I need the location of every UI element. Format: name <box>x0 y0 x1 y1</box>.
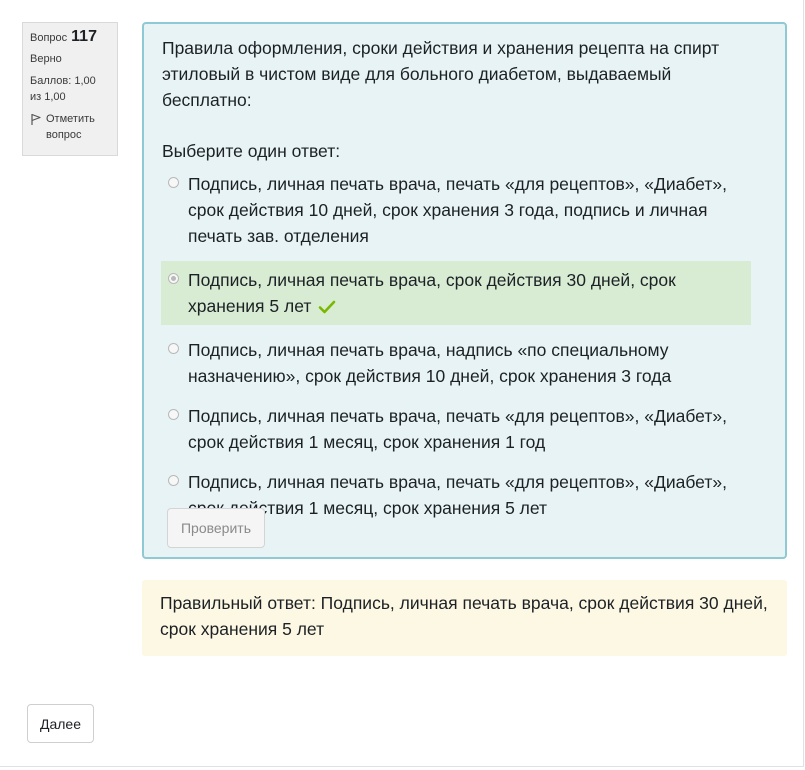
flag-question-link[interactable]: Отметить вопрос <box>30 111 110 143</box>
answer-prompt: Выберите один ответ: <box>162 141 341 161</box>
answer-option[interactable]: Подпись, личная печать врача, надпись «п… <box>161 335 751 391</box>
answer-label: Подпись, личная печать врача, печать «дл… <box>188 174 727 246</box>
answer-radio-selected[interactable] <box>168 273 179 284</box>
answer-radio[interactable] <box>168 177 179 188</box>
answer-label: Подпись, личная печать врача, срок дейст… <box>188 270 676 316</box>
answer-label: Подпись, личная печать врача, печать «дл… <box>188 472 727 518</box>
answer-list: Подпись, личная печать врача, печать «дл… <box>161 169 751 533</box>
flag-question-label: Отметить вопрос <box>46 113 95 141</box>
checkmark-icon <box>318 300 336 314</box>
question-content: Правила оформления, сроки действия и хра… <box>142 22 787 559</box>
answer-radio[interactable] <box>168 409 179 420</box>
answer-label: Подпись, личная печать врача, печать «дл… <box>188 406 727 452</box>
question-number: Вопрос 117 <box>30 29 110 46</box>
answer-label: Подпись, личная печать врача, надпись «п… <box>188 340 672 386</box>
question-state: Верно <box>30 53 62 65</box>
right-answer-text: Правильный ответ: Подпись, личная печать… <box>160 593 768 639</box>
question-number-value: 117 <box>71 28 97 45</box>
flag-icon <box>31 113 41 125</box>
answer-radio[interactable] <box>168 343 179 354</box>
answer-option[interactable]: Подпись, личная печать врача, печать «дл… <box>161 169 751 251</box>
next-button[interactable]: Далее <box>27 704 94 743</box>
answer-option-correct[interactable]: Подпись, личная печать врача, срок дейст… <box>161 261 751 325</box>
question-info: Вопрос 117 Верно Баллов: 1,00 из 1,00 От… <box>22 22 118 156</box>
question-text: Правила оформления, сроки действия и хра… <box>162 38 720 110</box>
answer-option[interactable]: Подпись, личная печать врача, печать «дл… <box>161 401 751 457</box>
question-grade: Баллов: 1,00 из 1,00 <box>30 75 96 103</box>
answer-radio[interactable] <box>168 475 179 486</box>
question-number-label: Вопрос <box>30 32 68 44</box>
check-button[interactable]: Проверить <box>167 508 265 548</box>
right-answer-feedback: Правильный ответ: Подпись, личная печать… <box>142 580 787 656</box>
